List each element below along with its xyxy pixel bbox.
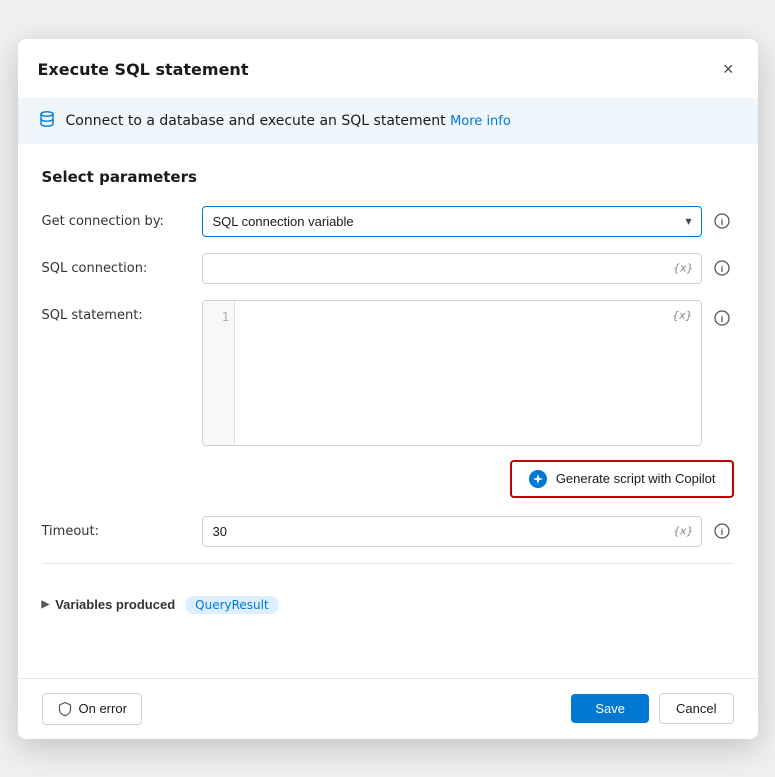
more-info-link[interactable]: More info <box>450 114 511 129</box>
info-circle-icon-4: i <box>714 523 730 539</box>
timeout-input[interactable] <box>202 516 702 547</box>
info-banner: Connect to a database and execute an SQL… <box>18 98 758 144</box>
sql-statement-control: 1 {x} i <box>202 300 734 446</box>
dialog-body: Select parameters Get connection by: SQL… <box>18 148 758 678</box>
query-result-badge: QueryResult <box>185 596 279 614</box>
info-banner-text: Connect to a database and execute an SQL… <box>66 113 511 129</box>
timeout-var-badge: {x} <box>673 525 694 538</box>
on-error-label: On error <box>79 701 127 716</box>
info-circle-icon: i <box>714 213 730 229</box>
svg-text:i: i <box>720 314 723 324</box>
on-error-button[interactable]: On error <box>42 693 142 725</box>
timeout-label: Timeout: <box>42 516 202 539</box>
dialog-footer: On error Save Cancel <box>18 678 758 739</box>
save-button[interactable]: Save <box>571 694 649 723</box>
cancel-button[interactable]: Cancel <box>659 693 733 724</box>
chevron-right-icon: ▶ <box>42 599 50 610</box>
svg-text:i: i <box>720 264 723 274</box>
copilot-button-label: Generate script with Copilot <box>556 471 716 486</box>
svg-text:i: i <box>720 527 723 537</box>
execute-sql-dialog: Execute SQL statement × Connect to a dat… <box>18 39 758 739</box>
dialog-header: Execute SQL statement × <box>18 39 758 98</box>
footer-right: Save Cancel <box>571 693 733 724</box>
sql-statement-label: SQL statement: <box>42 300 202 323</box>
info-banner-icon <box>38 110 56 132</box>
copilot-generate-button[interactable]: Generate script with Copilot <box>510 460 734 498</box>
line-numbers: 1 <box>203 301 235 445</box>
copilot-icon <box>528 469 548 489</box>
sql-connection-var-badge: {x} <box>673 262 694 275</box>
sql-statement-var-badge: {x} <box>672 309 693 322</box>
timeout-info-button[interactable]: i <box>710 519 734 543</box>
sql-connection-label: SQL connection: <box>42 253 202 276</box>
variables-toggle-label: Variables produced <box>55 597 175 612</box>
close-button[interactable]: × <box>719 55 738 84</box>
footer-left: On error <box>42 693 142 725</box>
connection-by-control: SQL connection variable Connection strin… <box>202 206 734 237</box>
sql-connection-info-button[interactable]: i <box>710 256 734 280</box>
section-title: Select parameters <box>42 168 734 186</box>
sql-connection-input-wrapper: {x} <box>202 253 702 284</box>
dialog-title: Execute SQL statement <box>38 60 249 79</box>
sql-connection-control: {x} i <box>202 253 734 284</box>
close-icon: × <box>723 59 734 80</box>
variables-section: ▶ Variables produced QueryResult <box>42 586 734 624</box>
info-circle-icon-3: i <box>714 310 730 326</box>
variables-toggle-button[interactable]: ▶ Variables produced <box>42 597 176 612</box>
sql-connection-input[interactable] <box>202 253 702 284</box>
svg-text:i: i <box>720 217 723 227</box>
connection-by-label: Get connection by: <box>42 206 202 229</box>
shield-icon <box>57 701 73 717</box>
sql-statement-info-button[interactable]: i <box>710 306 734 330</box>
connection-by-group: Get connection by: SQL connection variab… <box>42 206 734 237</box>
timeout-input-wrapper: {x} <box>202 516 702 547</box>
sql-statement-textarea-wrapper: 1 {x} <box>202 300 702 446</box>
connection-select[interactable]: SQL connection variable Connection strin… <box>202 206 702 237</box>
connection-select-container: SQL connection variable Connection strin… <box>202 206 702 237</box>
connection-by-info-button[interactable]: i <box>710 209 734 233</box>
timeout-group: Timeout: {x} i <box>42 516 734 547</box>
sql-statement-group: SQL statement: 1 {x} i <box>42 300 734 446</box>
sql-statement-textarea[interactable] <box>203 301 701 441</box>
copilot-button-row: Generate script with Copilot <box>42 460 734 498</box>
timeout-control: {x} i <box>202 516 734 547</box>
info-circle-icon-2: i <box>714 260 730 276</box>
sql-connection-group: SQL connection: {x} i <box>42 253 734 284</box>
divider <box>42 563 734 564</box>
